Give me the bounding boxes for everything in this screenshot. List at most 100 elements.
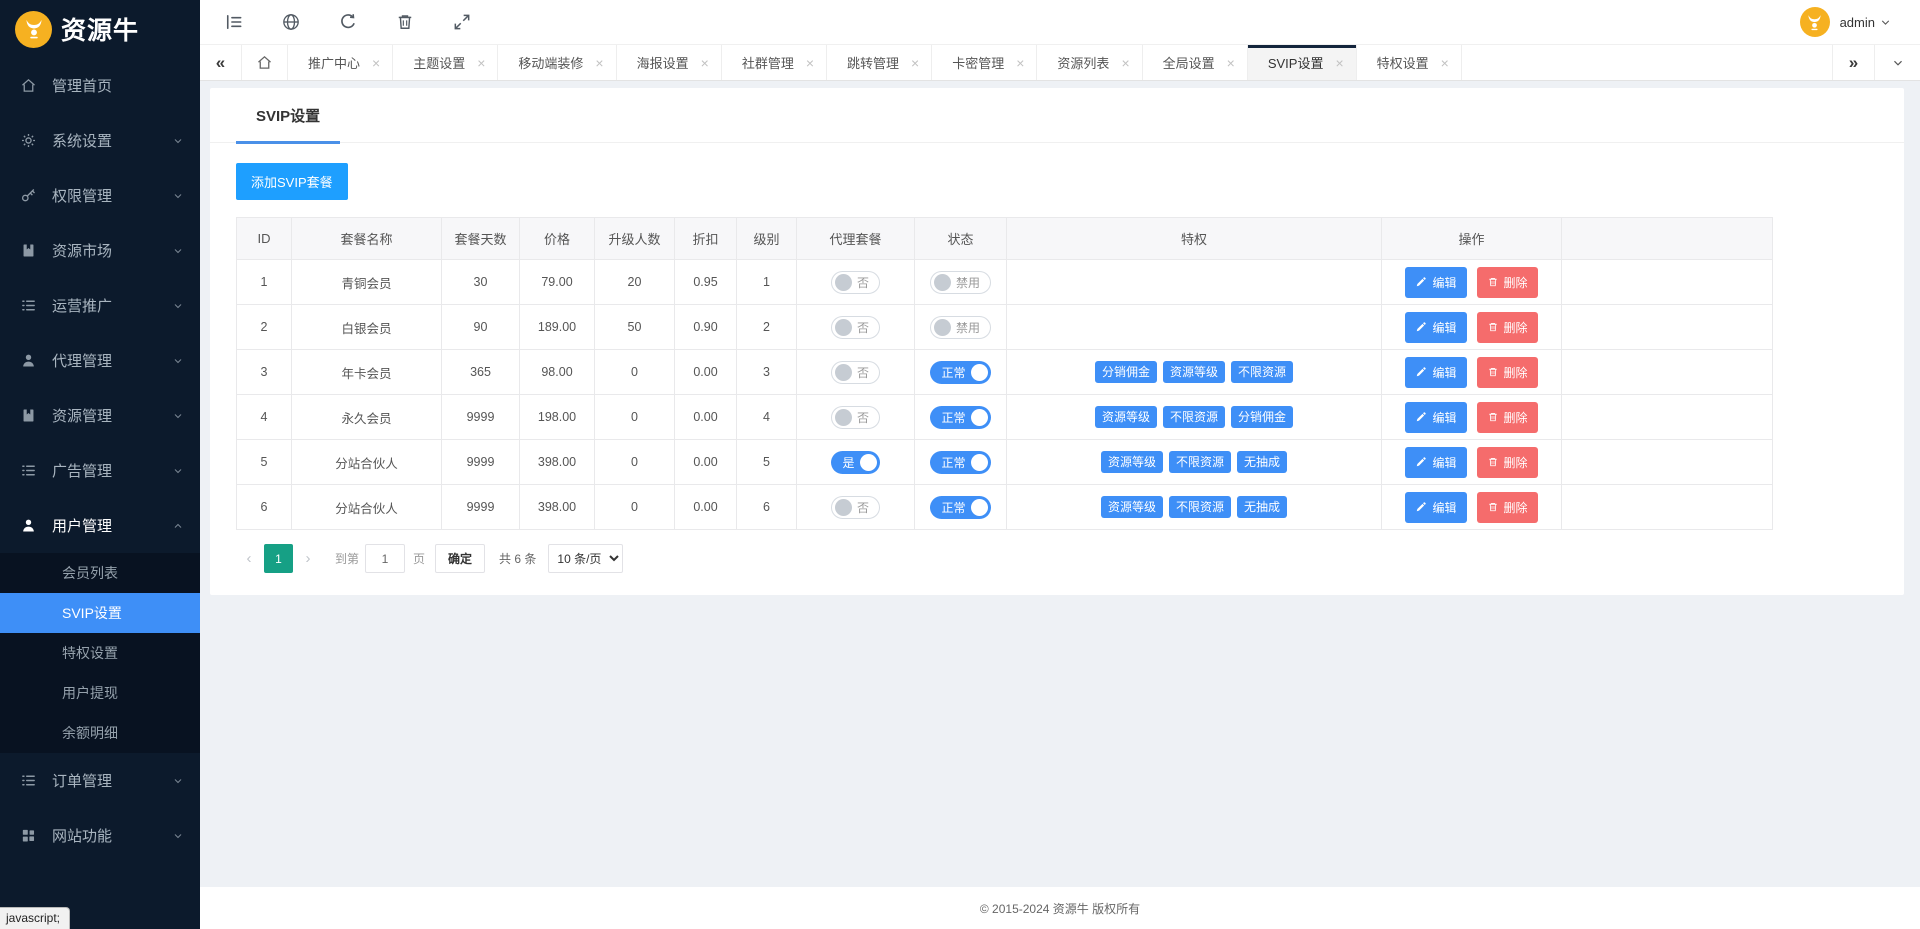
agent-package-toggle[interactable]: 是 [831, 450, 880, 474]
tab-label: 特权设置 [1376, 56, 1429, 71]
sidebar-subitem-用户提现[interactable]: 用户提现 [0, 673, 200, 713]
delete-button[interactable]: 删除 [1476, 266, 1538, 298]
fullscreen-icon[interactable] [452, 12, 472, 32]
sidebar-item-用户管理[interactable]: 用户管理 [0, 498, 200, 553]
sidebar-item-资源管理[interactable]: 资源管理 [0, 388, 200, 443]
agent-package-toggle[interactable]: 否 [830, 315, 880, 339]
agent-package-toggle[interactable]: 否 [830, 405, 880, 429]
tab-close-icon[interactable]: × [1121, 55, 1129, 71]
tab-close-icon[interactable]: × [595, 55, 603, 71]
sidebar: 资源牛 管理首页 系统设置 权限管理 资源市场 运营推广 代理管理 资源管理 广告管理 用户管理… [0, 0, 200, 929]
agent-package-toggle[interactable]: 否 [830, 270, 880, 294]
tab-SVIP设置[interactable]: SVIP设置 × [1247, 45, 1357, 80]
toggle-label: 否 [856, 320, 869, 335]
status-toggle[interactable]: 正常 [930, 360, 991, 384]
toggle-label: 否 [856, 500, 869, 515]
tab-close-icon[interactable]: × [1016, 55, 1024, 71]
globe-icon[interactable] [281, 12, 301, 32]
tab-跳转管理[interactable]: 跳转管理 × [827, 45, 933, 80]
tab-close-icon[interactable]: × [477, 55, 485, 71]
tab-主题设置[interactable]: 主题设置 × [393, 45, 499, 80]
sidebar-item-资源市场[interactable]: 资源市场 [0, 223, 200, 278]
delete-button[interactable]: 删除 [1476, 311, 1538, 343]
edit-button[interactable]: 编辑 [1405, 311, 1467, 343]
status-toggle[interactable]: 正常 [930, 495, 991, 519]
page-number-button[interactable]: 1 [264, 544, 293, 573]
privilege-badge: 不限资源 [1162, 406, 1225, 428]
key-icon [20, 187, 37, 204]
sidebar-subitem-会员列表[interactable]: 会员列表 [0, 553, 200, 593]
tabs-scroll-left-button[interactable]: « [200, 45, 242, 80]
col-header-ID: ID [236, 217, 292, 260]
agent-package-toggle[interactable]: 否 [830, 495, 880, 519]
sidebar-item-管理首页[interactable]: 管理首页 [0, 58, 200, 113]
edit-button[interactable]: 编辑 [1405, 266, 1467, 298]
tab-close-icon[interactable]: × [372, 55, 380, 71]
prev-page-icon[interactable]: ‹ [236, 545, 262, 573]
tab-卡密管理[interactable]: 卡密管理 × [932, 45, 1038, 80]
status-toggle[interactable]: 正常 [930, 405, 991, 429]
tabs-dropdown-button[interactable] [1874, 45, 1920, 80]
tab-close-icon[interactable]: × [1335, 55, 1343, 71]
delete-button[interactable]: 删除 [1476, 356, 1538, 388]
sidebar-subitem-SVIP设置[interactable]: SVIP设置 [0, 593, 200, 633]
sidebar-subitem-特权设置[interactable]: 特权设置 [0, 633, 200, 673]
tab-推广中心[interactable]: 推广中心 × [288, 45, 394, 80]
delete-button[interactable]: 删除 [1476, 491, 1538, 523]
sidebar-item-运营推广[interactable]: 运营推广 [0, 278, 200, 333]
sidebar-item-网站功能[interactable]: 网站功能 [0, 808, 200, 863]
edit-button[interactable]: 编辑 [1405, 491, 1467, 523]
delete-button[interactable]: 删除 [1476, 401, 1538, 433]
tab-close-icon[interactable]: × [701, 55, 709, 71]
table-row: 1 青铜会员 30 79.00 20 0.95 1 否禁用 编辑 删除 [236, 259, 1773, 305]
tab-资源列表[interactable]: 资源列表 × [1037, 45, 1143, 80]
tab-close-icon[interactable]: × [911, 55, 919, 71]
tab-close-icon[interactable]: × [1441, 55, 1449, 71]
agent-package-toggle[interactable]: 否 [830, 360, 880, 384]
cell-discount: 0.00 [674, 349, 737, 395]
tab-特权设置[interactable]: 特权设置 × [1357, 45, 1462, 80]
book-icon [20, 242, 37, 259]
cell-privileges [1006, 259, 1382, 305]
tabs-scroll-right-button[interactable]: » [1832, 45, 1874, 80]
edit-button[interactable]: 编辑 [1405, 401, 1467, 433]
trash-icon[interactable] [395, 12, 415, 32]
cell-id: 2 [236, 304, 292, 350]
user-menu[interactable]: admin [1799, 7, 1892, 37]
status-toggle[interactable]: 禁用 [929, 315, 991, 339]
edit-button[interactable]: 编辑 [1405, 446, 1467, 478]
tab-全局设置[interactable]: 全局设置 × [1143, 45, 1248, 80]
sidebar-item-代理管理[interactable]: 代理管理 [0, 333, 200, 388]
status-toggle[interactable]: 正常 [930, 450, 991, 474]
cell-discount: 0.00 [674, 439, 737, 485]
brand[interactable]: 资源牛 [0, 0, 200, 58]
page-title[interactable]: SVIP设置 [236, 105, 341, 144]
goto-page-input[interactable] [365, 544, 406, 573]
toggle-label: 是 [842, 455, 855, 470]
sidebar-item-广告管理[interactable]: 广告管理 [0, 443, 200, 498]
tab-社群管理[interactable]: 社群管理 × [722, 45, 828, 80]
sidebar-item-权限管理[interactable]: 权限管理 [0, 168, 200, 223]
tab-close-icon[interactable]: × [1227, 55, 1235, 71]
home-icon [20, 77, 37, 94]
sidebar-item-label: 订单管理 [52, 773, 113, 790]
add-svip-button[interactable]: 添加SVIP套餐 [236, 163, 348, 200]
next-page-icon[interactable]: › [295, 545, 321, 573]
status-toggle[interactable]: 禁用 [929, 270, 991, 294]
tab-close-icon[interactable]: × [806, 55, 814, 71]
button-label: 删除 [1503, 365, 1528, 380]
tab-海报设置[interactable]: 海报设置 × [617, 45, 722, 80]
sidebar-item-系统设置[interactable]: 系统设置 [0, 113, 200, 168]
toggle-knob [834, 408, 852, 426]
page-size-select[interactable]: 10 条/页 [548, 544, 624, 573]
tab-移动端装修[interactable]: 移动端装修 × [498, 45, 617, 80]
confirm-page-button[interactable]: 确定 [435, 544, 486, 573]
sidebar-subitem-余额明细[interactable]: 余额明细 [0, 713, 200, 753]
sidebar-item-订单管理[interactable]: 订单管理 [0, 753, 200, 808]
edit-button[interactable]: 编辑 [1405, 356, 1467, 388]
delete-button[interactable]: 删除 [1476, 446, 1538, 478]
home-tab-icon[interactable] [242, 45, 288, 80]
toggle-label: 正常 [941, 365, 966, 380]
refresh-icon[interactable] [338, 12, 358, 32]
collapse-sidebar-icon[interactable] [224, 12, 244, 32]
